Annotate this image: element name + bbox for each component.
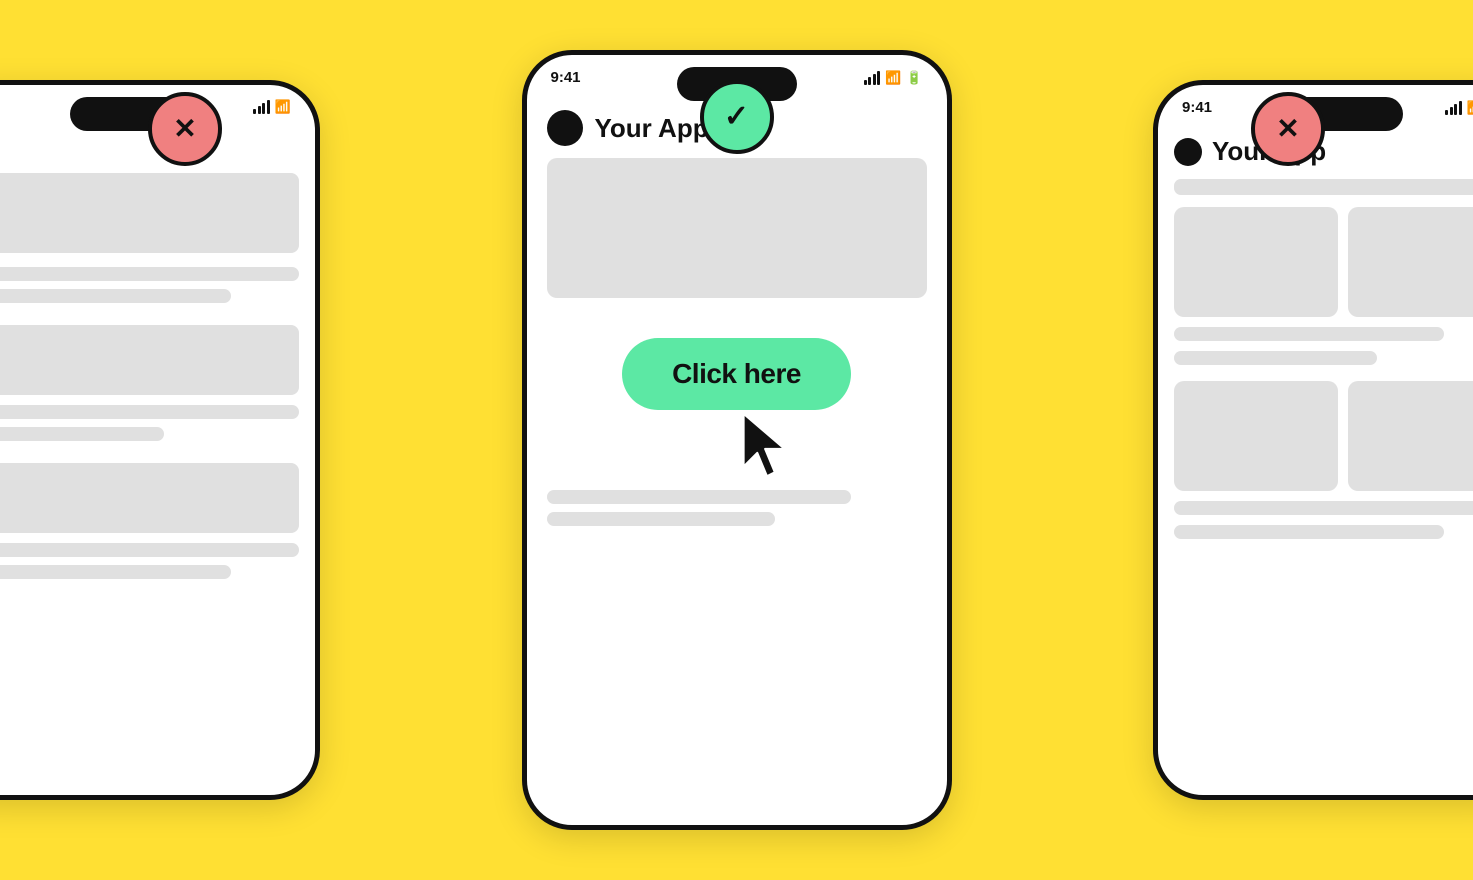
x-icon-left: ✕ (173, 115, 196, 143)
center-content: Click here (527, 158, 947, 526)
status-time-right: 9:41 (1182, 99, 1212, 116)
signal-icon-left (253, 100, 270, 114)
left-block-2 (0, 325, 299, 395)
right-block-2a (1174, 381, 1338, 491)
right-block-row-2 (1174, 381, 1473, 491)
left-line-3 (0, 405, 299, 419)
right-block-2b (1348, 381, 1473, 491)
status-icons-center: 📶 🔋 (864, 70, 923, 86)
click-btn-wrap: Click here (547, 318, 927, 420)
phone-center: 9:41 📶 🔋 Your App Click here (522, 50, 952, 830)
badge-x-left: ✕ (148, 92, 222, 166)
right-block-1a (1174, 207, 1338, 317)
wifi-icon-center: 📶 (885, 70, 901, 86)
status-time-center: 9:41 (551, 69, 581, 86)
left-line-6 (0, 565, 231, 579)
right-line-top (1174, 179, 1473, 195)
battery-icon-center: 🔋 (906, 70, 922, 86)
wifi-icon-right: 📶 (1467, 100, 1473, 116)
center-app-dot (547, 110, 583, 146)
click-here-button[interactable]: Click here (622, 338, 851, 410)
left-block-1 (0, 173, 299, 253)
cursor-wrap (547, 410, 927, 480)
signal-icon-center (864, 71, 881, 85)
wifi-icon-left: 📶 (275, 99, 291, 115)
phone-right: 9:41 📶 🔋 Your App (1153, 80, 1473, 800)
status-icons-right: 📶 🔋 (1445, 100, 1473, 116)
center-app-title: Your App (595, 113, 709, 144)
scene: 📶 pp 9:41 (0, 0, 1473, 880)
phone-left: 📶 pp (0, 80, 320, 800)
signal-icon-right (1445, 101, 1462, 115)
badge-check-center: ✓ (700, 80, 774, 154)
x-icon-right: ✕ (1276, 115, 1299, 143)
left-content (0, 173, 315, 579)
left-block-3 (0, 463, 299, 533)
center-line-1 (547, 490, 851, 504)
right-line-3 (1174, 501, 1473, 515)
left-line-1 (0, 267, 299, 281)
right-block-row-1 (1174, 207, 1473, 317)
right-line-4 (1174, 525, 1444, 539)
left-line-2 (0, 289, 231, 303)
status-icons-left: 📶 (253, 99, 291, 115)
check-icon-center: ✓ (724, 102, 749, 132)
right-content (1158, 179, 1473, 539)
left-line-5 (0, 543, 299, 557)
badge-x-right: ✕ (1251, 92, 1325, 166)
right-line-1 (1174, 327, 1444, 341)
right-line-2 (1174, 351, 1377, 365)
right-block-1b (1348, 207, 1473, 317)
left-line-4 (0, 427, 164, 441)
center-line-2 (547, 512, 775, 526)
right-app-dot (1174, 138, 1202, 166)
cursor-icon (737, 410, 797, 480)
center-block-main (547, 158, 927, 298)
